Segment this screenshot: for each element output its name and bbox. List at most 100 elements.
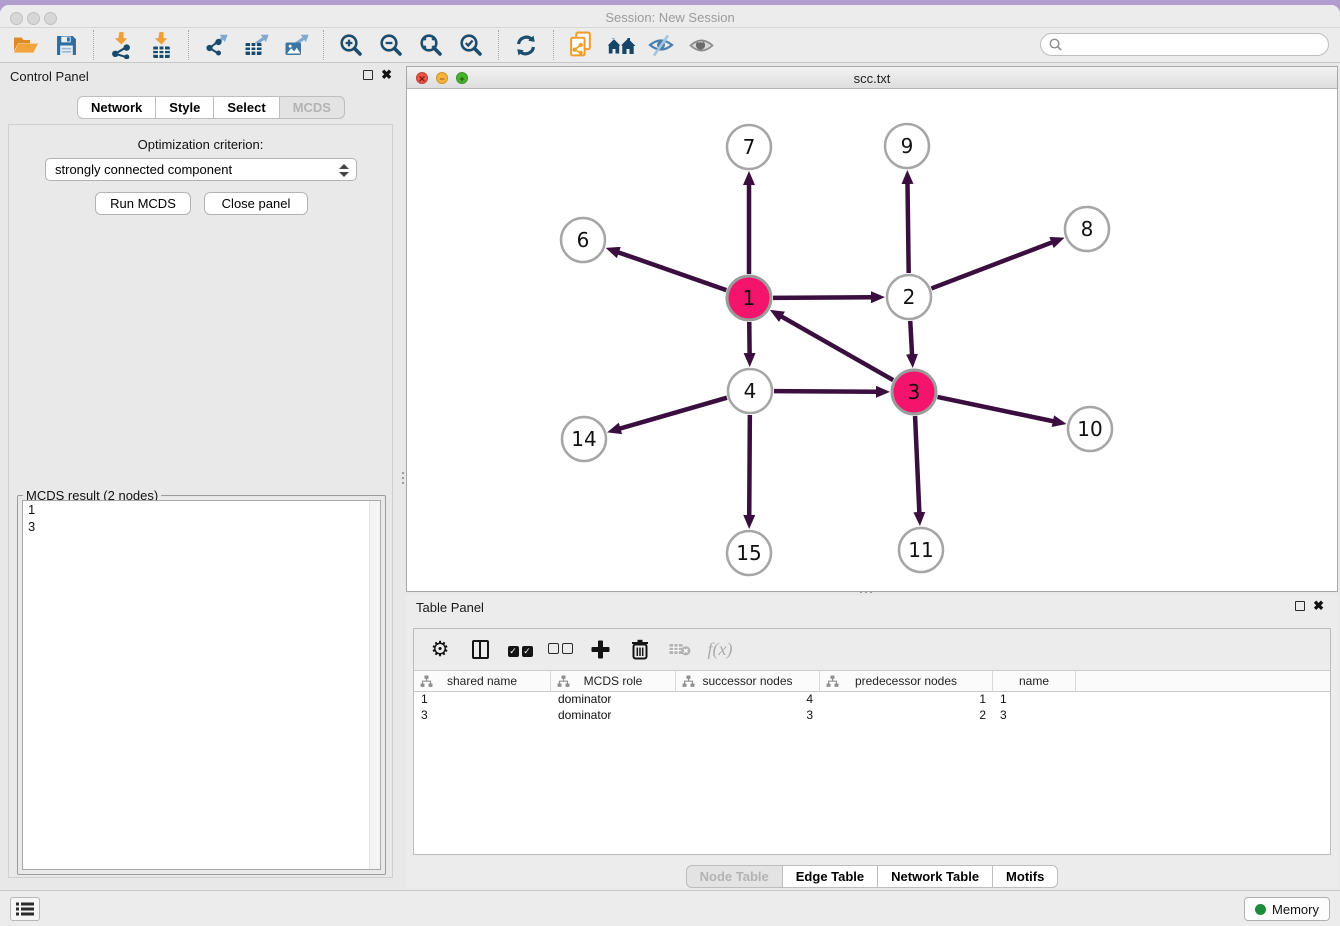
- table-cell[interactable]: 3: [676, 708, 820, 724]
- table-cell[interactable]: 1: [993, 692, 1076, 708]
- plus-icon: [591, 640, 610, 659]
- delete-columns-button[interactable]: [622, 633, 658, 667]
- save-session-button[interactable]: [46, 29, 86, 62]
- table-row[interactable]: 3dominator323: [414, 708, 1330, 724]
- criterion-value: strongly connected component: [55, 162, 232, 177]
- show-columns-button[interactable]: [462, 633, 498, 667]
- toolbar-separator: [498, 30, 499, 60]
- zoom-fit-button[interactable]: [411, 29, 451, 62]
- graph-edge-2-9[interactable]: [907, 183, 908, 273]
- graph-edge-4-14[interactable]: [620, 398, 727, 429]
- table-cell[interactable]: 1: [820, 692, 993, 708]
- export-network-button[interactable]: [196, 29, 236, 62]
- select-all-columns-button[interactable]: ✓✓: [502, 633, 538, 667]
- tab-select[interactable]: Select: [214, 96, 279, 119]
- fx-icon: f(x): [708, 639, 733, 660]
- graph-edge-1-2[interactable]: [773, 297, 872, 298]
- delete-table-icon: [669, 642, 691, 657]
- search-input[interactable]: [1066, 37, 1306, 52]
- memory-button[interactable]: Memory: [1244, 897, 1330, 921]
- open-session-button[interactable]: [6, 29, 46, 62]
- show-elements-button[interactable]: [681, 29, 721, 62]
- mcds-panel: Optimization criterion: strongly connect…: [8, 124, 393, 878]
- zoom-out-button[interactable]: [371, 29, 411, 62]
- graph-edge-3-10[interactable]: [937, 397, 1053, 421]
- toolbar-separator: [323, 30, 324, 60]
- column-header-MCDS-role[interactable]: MCDS role: [551, 671, 676, 692]
- graph-edge-3-11[interactable]: [915, 416, 919, 513]
- network-window-title: scc.txt: [407, 71, 1337, 86]
- network-canvas[interactable]: 7968124314101511: [407, 89, 1337, 591]
- table-row[interactable]: 1dominator411: [414, 692, 1330, 708]
- tab-edge-table[interactable]: Edge Table: [783, 865, 878, 888]
- window-title: Session: New Session: [0, 10, 1340, 25]
- share-document-button[interactable]: [561, 29, 601, 62]
- table-tabs: Node TableEdge TableNetwork TableMotifs: [686, 865, 1059, 888]
- export-image-button[interactable]: [276, 29, 316, 62]
- column-type-icon: [420, 675, 433, 688]
- graph-edge-1-6[interactable]: [618, 252, 726, 290]
- zoom-in-icon: [339, 33, 363, 57]
- tab-mcds[interactable]: MCDS: [280, 96, 345, 119]
- result-scrollbar[interactable]: [369, 501, 380, 869]
- control-panel-tabs: NetworkStyleSelectMCDS: [77, 96, 345, 119]
- float-table-panel-icon[interactable]: [1295, 601, 1305, 611]
- table-panel-title: Table Panel: [416, 600, 484, 615]
- tab-network-table[interactable]: Network Table: [878, 865, 993, 888]
- search-icon: [1049, 38, 1062, 51]
- tab-motifs[interactable]: Motifs: [993, 865, 1058, 888]
- column-type-icon: [557, 675, 570, 688]
- criterion-select[interactable]: strongly connected component: [45, 158, 357, 181]
- table-cell[interactable]: 1: [414, 692, 551, 708]
- home-networks-button[interactable]: [601, 29, 641, 62]
- graph-node-label-11: 11: [908, 538, 933, 562]
- table-cell[interactable]: dominator: [551, 692, 676, 708]
- apply-layout-button[interactable]: [506, 29, 546, 62]
- float-panel-icon[interactable]: [363, 70, 373, 80]
- graph-edge-4-3[interactable]: [774, 391, 877, 392]
- table-cell[interactable]: 4: [676, 692, 820, 708]
- hide-elements-button[interactable]: [641, 29, 681, 62]
- import-table-button[interactable]: [141, 29, 181, 62]
- graph-edge-3-1[interactable]: [781, 316, 893, 380]
- mcds-result-list[interactable]: 13: [22, 500, 381, 870]
- double-home-icon: [606, 35, 637, 56]
- network-graph: 7968124314101511: [407, 89, 1337, 591]
- graph-edge-4-15[interactable]: [749, 415, 750, 516]
- tab-style[interactable]: Style: [156, 96, 214, 119]
- zoom-in-button[interactable]: [331, 29, 371, 62]
- table-cell[interactable]: dominator: [551, 708, 676, 724]
- table-panel-header: Table Panel ✖: [406, 595, 1338, 621]
- refresh-arrows-icon: [514, 34, 538, 57]
- zoom-fit-icon: [419, 33, 443, 57]
- close-table-panel-icon[interactable]: ✖: [1313, 600, 1324, 612]
- column-header-name[interactable]: name: [993, 671, 1076, 692]
- import-network-button[interactable]: [101, 29, 141, 62]
- column-type-icon: [826, 675, 839, 688]
- table-cell[interactable]: 3: [993, 708, 1076, 724]
- zoom-selected-button[interactable]: [451, 29, 491, 62]
- graph-edge-2-8[interactable]: [931, 242, 1052, 288]
- tasks-button[interactable]: [10, 897, 40, 921]
- column-header-predecessor-nodes[interactable]: predecessor nodes: [820, 671, 993, 692]
- tab-network[interactable]: Network: [77, 96, 156, 119]
- table-cell[interactable]: 2: [820, 708, 993, 724]
- create-column-button[interactable]: [582, 633, 618, 667]
- column-header-successor-nodes[interactable]: successor nodes: [676, 671, 820, 692]
- network-window-titlebar[interactable]: ✕ − + scc.txt: [407, 67, 1337, 89]
- run-mcds-button[interactable]: Run MCDS: [95, 192, 191, 215]
- gear-icon: ⚙: [431, 637, 450, 662]
- table-cell[interactable]: 3: [414, 708, 551, 724]
- close-panel-icon[interactable]: ✖: [381, 69, 392, 81]
- close-panel-button[interactable]: Close panel: [204, 192, 308, 215]
- graph-node-label-10: 10: [1077, 417, 1102, 441]
- column-header-shared-name[interactable]: shared name: [414, 671, 551, 692]
- tab-node-table[interactable]: Node Table: [686, 865, 783, 888]
- deselect-all-columns-button[interactable]: [542, 633, 578, 667]
- result-line: 3: [23, 518, 380, 535]
- table-mode-button[interactable]: ⚙: [422, 633, 458, 667]
- window-titlebar: Session: New Session: [0, 5, 1340, 28]
- application-window: Session: New Session: [0, 0, 1340, 926]
- graph-edge-2-3[interactable]: [910, 321, 912, 355]
- export-table-button[interactable]: [236, 29, 276, 62]
